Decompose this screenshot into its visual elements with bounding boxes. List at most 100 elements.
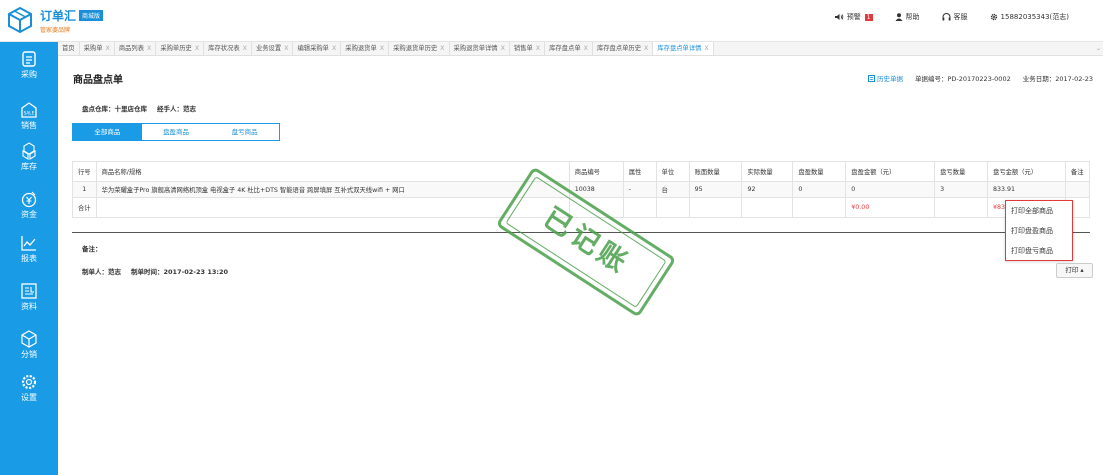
user-menu[interactable]: 15882035343(范志) [990, 12, 1069, 22]
page-title: 商品盘点单 [73, 75, 123, 86]
sum-empty [934, 197, 989, 218]
tab-11[interactable]: 库存盘点单 X [545, 42, 593, 55]
col-header-unit: 单位 [655, 161, 690, 182]
sidebar-label-distribution: 分销 [21, 350, 37, 359]
sidebar-label-finance: 资金 [21, 210, 37, 219]
col-header-gain-qty: 盘盈数量 [792, 161, 847, 182]
col-header-book-qty: 账面数量 [688, 161, 743, 182]
sidebar-label-purchase: 采购 [21, 70, 37, 79]
sum-empty [741, 197, 794, 218]
sidebar-item-sale[interactable]: SALE 销售 [0, 101, 58, 131]
tab-close-icon[interactable]: X [380, 45, 384, 52]
sidebar-item-purchase[interactable]: 采购 [0, 50, 58, 80]
tab-label: 销售单 [513, 44, 533, 52]
alert-label: 预警 [846, 13, 861, 21]
print-loss-products[interactable]: 打印盘亏商品 [1006, 241, 1072, 261]
col-header-product-code: 商品编号 [568, 161, 624, 182]
alert-button[interactable]: 预警 1 [834, 12, 873, 22]
tab-label: 业务设置 [255, 44, 282, 52]
sum-empty [95, 197, 570, 218]
sidebar-item-inventory[interactable]: 库存 [0, 142, 58, 172]
tab-0[interactable]: 首页 [58, 42, 80, 55]
report-icon [21, 236, 36, 251]
sum-gain-amount: ¥0.00 [845, 197, 936, 218]
data-icon [21, 283, 37, 299]
remark-label: 备注： [82, 245, 102, 253]
service-button[interactable]: 客服 [942, 12, 968, 22]
speaker-icon [834, 14, 843, 20]
cell-attribute: - [622, 181, 657, 198]
col-header-actual-qty: 实际数量 [741, 161, 794, 182]
col-header-loss-amount: 盘亏金额（元） [987, 161, 1066, 182]
settings-icon [21, 374, 37, 390]
cell-actual-qty: 92 [741, 181, 794, 198]
service-label: 客服 [953, 13, 968, 21]
col-header-row-no: 行号 [72, 161, 97, 182]
tab-close-icon[interactable]: X [584, 45, 588, 52]
sidebar: 采购 SALE 销售 库存 资金 报表 资料 分销 设置 [0, 42, 58, 475]
sidebar-label-inventory: 库存 [21, 162, 37, 171]
tab-label: 库存盘点单详情 [657, 44, 702, 52]
tab-label: 采购退货单历史 [393, 44, 438, 52]
tab-scroll-arrow-icon[interactable]: ⌄ [1096, 45, 1101, 52]
print-gain-products[interactable]: 打印盘盈商品 [1006, 221, 1072, 241]
filter-loss-products[interactable]: 盘亏商品 [210, 124, 279, 140]
inventory-icon [22, 142, 36, 160]
tab-close-icon[interactable]: X [243, 45, 247, 52]
sidebar-label-sale: 销售 [21, 121, 37, 130]
tab-5[interactable]: 业务设置 X [252, 42, 294, 55]
tab-close-icon[interactable]: X [704, 45, 708, 52]
tab-close-icon[interactable]: X [501, 45, 505, 52]
filter-all-products[interactable]: 全部商品 [73, 124, 142, 140]
tab-7[interactable]: 采购退货单 X [341, 42, 390, 55]
tab-12[interactable]: 库存盘点单历史 X [593, 42, 654, 55]
headset-icon [942, 13, 951, 21]
col-header-attribute: 属性 [622, 161, 657, 182]
cell-remark [1064, 181, 1091, 198]
tab-6[interactable]: 编辑采购单 X [293, 42, 342, 55]
tab-label: 商品列表 [118, 44, 144, 52]
cell-row-no: 1 [72, 181, 97, 198]
tab-9[interactable]: 采购退货单详情 X [450, 42, 510, 55]
sidebar-item-finance[interactable]: 资金 [0, 190, 58, 220]
tab-label: 库存状况表 [208, 44, 240, 52]
tab-close-icon[interactable]: X [536, 45, 540, 52]
sum-empty [622, 197, 657, 218]
tab-2[interactable]: 商品列表 X [115, 42, 157, 55]
tab-1[interactable]: 采购单 X [80, 42, 115, 55]
print-menu: 打印全部商品 打印盘盈商品 打印盘亏商品 [1005, 200, 1073, 261]
tab-3[interactable]: 采购单历史 X [156, 42, 205, 55]
help-button[interactable]: 帮助 [895, 12, 920, 22]
col-header-product-name: 商品名称/规格 [95, 161, 570, 182]
top-right-toolbar: 预警 1 帮助 客服 15882035343(范志) [834, 12, 1069, 22]
gear-icon [990, 13, 997, 21]
tab-close-icon[interactable]: X [440, 45, 444, 52]
tab-10[interactable]: 销售单 X [510, 42, 546, 55]
sidebar-item-report[interactable]: 报表 [0, 234, 58, 264]
tab-close-icon[interactable]: X [105, 45, 109, 52]
table-row[interactable]: 1 华为荣耀盒子Pro 旗舰高清网络机顶盒 电视盒子 4K 杜比+DTS 智能语… [72, 181, 1091, 198]
sidebar-item-data[interactable]: 资料 [0, 282, 58, 312]
sidebar-label-settings: 设置 [21, 393, 37, 402]
tab-close-icon[interactable]: X [195, 45, 199, 52]
cell-gain-qty: 0 [792, 181, 847, 198]
svg-text:SALE: SALE [24, 111, 35, 117]
sidebar-item-settings[interactable]: 设置 [0, 373, 58, 403]
print-button[interactable]: 打印 ▴ [1056, 263, 1093, 278]
tab-close-icon[interactable]: X [284, 45, 288, 52]
print-all-products[interactable]: 打印全部商品 [1006, 201, 1072, 221]
tab-close-icon[interactable]: X [332, 45, 336, 52]
make-time: 制单时间：2017-02-23 13:20 [131, 268, 229, 276]
tab-label: 首页 [62, 44, 75, 52]
cell-gain-amount: 0 [845, 181, 936, 198]
history-docs-link[interactable]: 历史单据 [867, 73, 903, 83]
col-header-gain-amount: 盘盈金额（元） [845, 161, 936, 182]
tab-8[interactable]: 采购退货单历史 X [389, 42, 450, 55]
tab-13[interactable]: 库存盘点单详情 X [653, 42, 714, 55]
tab-close-icon[interactable]: X [147, 45, 151, 52]
tab-label: 采购退货单详情 [453, 44, 498, 52]
sidebar-item-distribution[interactable]: 分销 [0, 330, 58, 360]
filter-gain-products[interactable]: 盘盈商品 [142, 124, 211, 140]
tab-close-icon[interactable]: X [644, 45, 648, 52]
tab-4[interactable]: 库存状况表 X [204, 42, 252, 55]
